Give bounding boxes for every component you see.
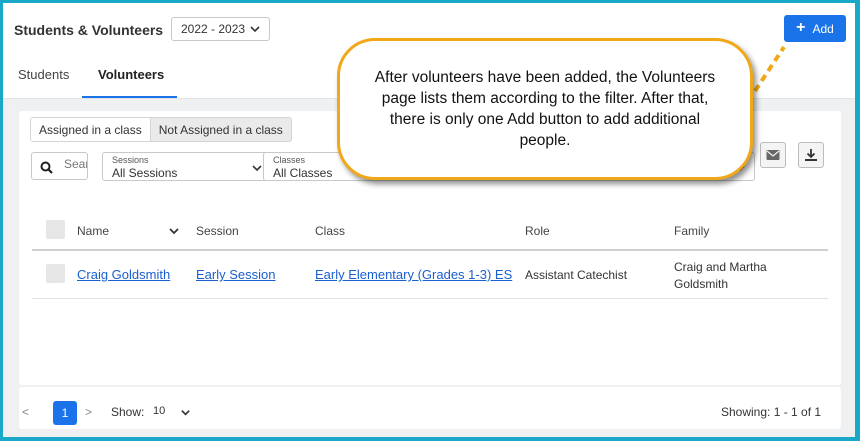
tab-volunteers[interactable]: Volunteers — [98, 67, 164, 82]
family-cell: Craig and Martha Goldsmith — [674, 260, 767, 291]
column-header-role[interactable]: Role — [525, 224, 550, 238]
chevron-down-icon[interactable] — [180, 407, 191, 418]
header-divider — [32, 249, 828, 251]
plus-icon: + — [796, 19, 806, 36]
toggle-assigned[interactable]: Assigned in a class — [31, 118, 151, 141]
app-frame: Students & Volunteers 2022 - 2023 + Add … — [3, 3, 855, 437]
pager-next-button[interactable]: > — [85, 405, 92, 419]
sessions-filter[interactable]: Sessions All Sessions — [102, 152, 272, 181]
role-cell: Assistant Catechist — [525, 268, 628, 282]
year-select-value: 2022 - 2023 — [181, 22, 246, 36]
chevron-down-icon — [250, 26, 260, 33]
classes-filter-label: Classes — [273, 155, 306, 165]
sessions-filter-value: All Sessions — [112, 166, 178, 180]
instruction-callout: After volunteers have been added, the Vo… — [337, 38, 753, 180]
year-select[interactable]: 2022 - 2023 — [171, 17, 270, 41]
email-button[interactable] — [760, 142, 786, 168]
column-header-class[interactable]: Class — [315, 224, 345, 238]
sessions-filter-label: Sessions — [112, 155, 149, 165]
chevron-down-icon — [252, 165, 262, 172]
column-header-session[interactable]: Session — [196, 224, 239, 238]
tab-students[interactable]: Students — [18, 67, 69, 82]
pager-page-button[interactable]: 1 — [53, 401, 77, 425]
page-title: Students & Volunteers — [14, 22, 164, 38]
download-button[interactable] — [798, 142, 824, 168]
showing-count: Showing: 1 - 1 of 1 — [721, 405, 822, 419]
page-size-select[interactable]: 10 — [153, 405, 165, 417]
add-button[interactable]: + Add — [784, 15, 846, 42]
session-link[interactable]: Early Session — [196, 267, 275, 282]
column-header-name[interactable]: Name — [77, 224, 109, 238]
assignment-toggle: Assigned in a class Not Assigned in a cl… — [30, 117, 292, 142]
email-icon — [766, 150, 780, 160]
volunteer-name-link[interactable]: Craig Goldsmith — [77, 267, 170, 282]
toggle-not-assigned[interactable]: Not Assigned in a class — [151, 118, 291, 141]
search-field[interactable] — [31, 152, 88, 180]
row-divider — [32, 298, 828, 299]
sort-chevron-icon[interactable] — [168, 225, 180, 237]
select-all-checkbox[interactable] — [46, 220, 65, 239]
class-link[interactable]: Early Elementary (Grades 1-3) ES — [315, 267, 515, 282]
search-icon — [40, 161, 53, 174]
pager-prev-button[interactable]: < — [22, 405, 29, 419]
add-button-label: Add — [812, 21, 834, 36]
show-label: Show: — [111, 405, 145, 419]
download-icon — [805, 149, 817, 161]
search-input[interactable] — [64, 157, 87, 171]
classes-filter-value: All Classes — [273, 166, 333, 180]
callout-text: After volunteers have been added, the Vo… — [374, 69, 716, 149]
row-checkbox[interactable] — [46, 264, 65, 283]
column-header-family[interactable]: Family — [674, 224, 709, 238]
